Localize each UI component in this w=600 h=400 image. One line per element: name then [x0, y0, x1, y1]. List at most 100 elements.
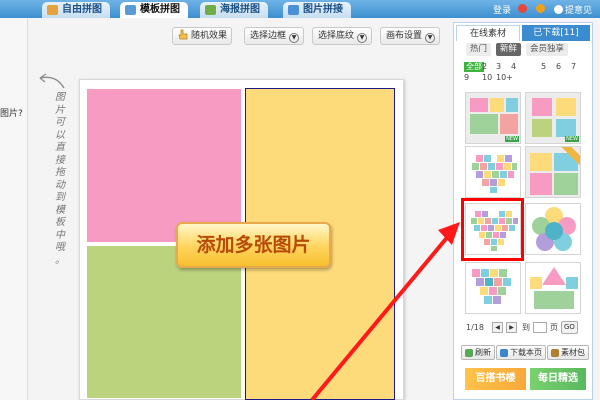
tab-downloaded[interactable]: 已下载[11]	[522, 25, 590, 41]
hint-char: 拖	[55, 167, 65, 178]
count-filter-item[interactable]: 6	[556, 62, 561, 72]
tab-label: 图片拼接	[303, 4, 343, 15]
template-thumbnail[interactable]: NEW	[525, 92, 581, 144]
hint-char: 哦	[55, 242, 65, 253]
hint-char: 可	[55, 117, 65, 128]
tab-label: 自由拼图	[62, 4, 102, 15]
tab-template-collage[interactable]: 模板拼图	[120, 2, 188, 18]
mosaic-shape-icon	[472, 269, 511, 304]
tab-label: 模板拼图	[140, 4, 180, 15]
template-thumbnail[interactable]: NEW	[465, 92, 521, 144]
random-effect-button[interactable]: 随机效果	[172, 27, 233, 45]
package-icon	[551, 349, 559, 357]
photo-slot-top-left[interactable]	[87, 89, 241, 242]
pager-page-label: 页	[550, 323, 558, 332]
left-pane-text: 图片?	[0, 109, 23, 119]
page-number-input[interactable]	[533, 322, 547, 333]
hint-char: 模	[55, 204, 65, 216]
hint-char: 片	[55, 104, 65, 116]
template-icon	[125, 5, 136, 15]
select-texture-label: 选择底纹	[318, 31, 355, 41]
count-filter-item[interactable]: 9	[464, 73, 469, 83]
filter-hot[interactable]: 热门	[466, 43, 492, 56]
top-bar: 自由拼图 模板拼图 海报拼图 图片拼接 登录 提意见	[0, 0, 600, 18]
hint-char: 动	[55, 179, 65, 191]
chevron-right-icon: ▶	[509, 324, 514, 331]
template-thumbnail[interactable]	[465, 262, 521, 314]
top-links: 登录 提意见	[493, 2, 592, 16]
hint-char: 以	[55, 129, 65, 141]
puzzle-icon	[47, 5, 58, 15]
hint-char: 到	[55, 192, 65, 203]
count-filter-item[interactable]: 7	[571, 62, 576, 72]
download-page-label: 下载本页	[510, 348, 542, 357]
next-page-button[interactable]: ▶	[506, 322, 517, 333]
count-filter-item[interactable]: 5	[541, 62, 546, 72]
hint-char: 板	[55, 217, 65, 228]
hint-arrow-icon	[39, 73, 65, 89]
weibo-icon[interactable]	[535, 3, 547, 15]
flower-shape-icon	[532, 207, 576, 251]
count-filter-item[interactable]: 10	[482, 73, 492, 83]
refresh-button[interactable]: 刷新	[461, 345, 495, 360]
count-filter-item[interactable]: 3	[496, 62, 501, 72]
chevron-down-icon: ▼	[425, 33, 436, 43]
material-pack-label: 素材包	[561, 348, 585, 357]
qq-icon[interactable]	[517, 3, 529, 15]
new-badge: NEW	[565, 136, 579, 142]
download-icon	[500, 349, 508, 357]
chevron-down-icon: ▼	[357, 33, 368, 43]
count-filter-item[interactable]: 2	[482, 62, 487, 72]
count-filter-all[interactable]: 全部	[464, 62, 484, 72]
new-badge: NEW	[505, 136, 519, 142]
select-border-button[interactable]: 选择边框 ▼	[244, 27, 305, 45]
tab-poster-collage[interactable]: 海报拼图	[200, 2, 268, 18]
chevron-down-icon: ▼	[289, 33, 300, 43]
hint-char: 图	[55, 92, 65, 103]
filter-new[interactable]: 新鲜	[496, 43, 522, 56]
refresh-icon	[465, 349, 473, 357]
hint-char: 。	[55, 254, 65, 266]
download-page-button[interactable]: 下载本页	[496, 345, 546, 360]
hint-char: 中	[55, 229, 65, 241]
prev-page-button[interactable]: ◀	[492, 322, 503, 333]
canvas-settings-button[interactable]: 画布设置 ▼	[380, 27, 441, 45]
refresh-label: 刷新	[475, 348, 491, 357]
pager-text: 1/18	[466, 323, 484, 332]
tab-image-stitch[interactable]: 图片拼接	[283, 2, 351, 18]
hint-char: 接	[55, 154, 65, 166]
random-effect-label: 随机效果	[191, 31, 228, 41]
hand-pointer-icon	[178, 29, 188, 40]
chat-icon	[553, 4, 563, 14]
heart-grid-icon	[472, 155, 517, 193]
select-texture-button[interactable]: 选择底纹 ▼	[312, 27, 373, 45]
selected-template-highlight	[461, 198, 524, 261]
chevron-left-icon: ◀	[495, 324, 500, 331]
promo-banner-right[interactable]: 每日精选	[530, 368, 586, 390]
template-thumbnail-flower[interactable]	[525, 203, 581, 255]
pager-to-label: 到	[522, 323, 530, 332]
hint-char: 直	[55, 142, 65, 153]
canvas-settings-label: 画布设置	[386, 31, 423, 41]
photo-slot-bottom-left[interactable]	[87, 246, 241, 398]
stitch-icon	[288, 5, 299, 15]
material-pack-button[interactable]: 素材包	[547, 345, 589, 360]
select-border-label: 选择边框	[250, 31, 287, 41]
tab-online-material[interactable]: 在线素材	[456, 25, 520, 41]
geometric-shape-icon	[530, 267, 578, 309]
left-pane	[0, 18, 28, 400]
promo-banner-left[interactable]: 百搭书楼	[465, 368, 526, 390]
count-filter-item[interactable]: 10+	[496, 73, 513, 83]
poster-icon	[205, 5, 216, 15]
tab-free-collage[interactable]: 自由拼图	[42, 2, 110, 18]
tab-label: 海报拼图	[220, 4, 260, 15]
add-multiple-images-button[interactable]: 添加多张图片	[176, 222, 331, 268]
filter-vip[interactable]: 会员独享	[526, 43, 569, 56]
template-thumbnail[interactable]	[525, 262, 581, 314]
login-link[interactable]: 登录	[493, 3, 511, 16]
feedback-link[interactable]: 提意见	[553, 3, 592, 16]
count-filter-item[interactable]: 4	[511, 62, 516, 72]
template-thumbnail[interactable]	[465, 146, 521, 198]
template-thumbnail[interactable]	[525, 146, 581, 198]
go-button[interactable]: GO	[561, 321, 578, 334]
